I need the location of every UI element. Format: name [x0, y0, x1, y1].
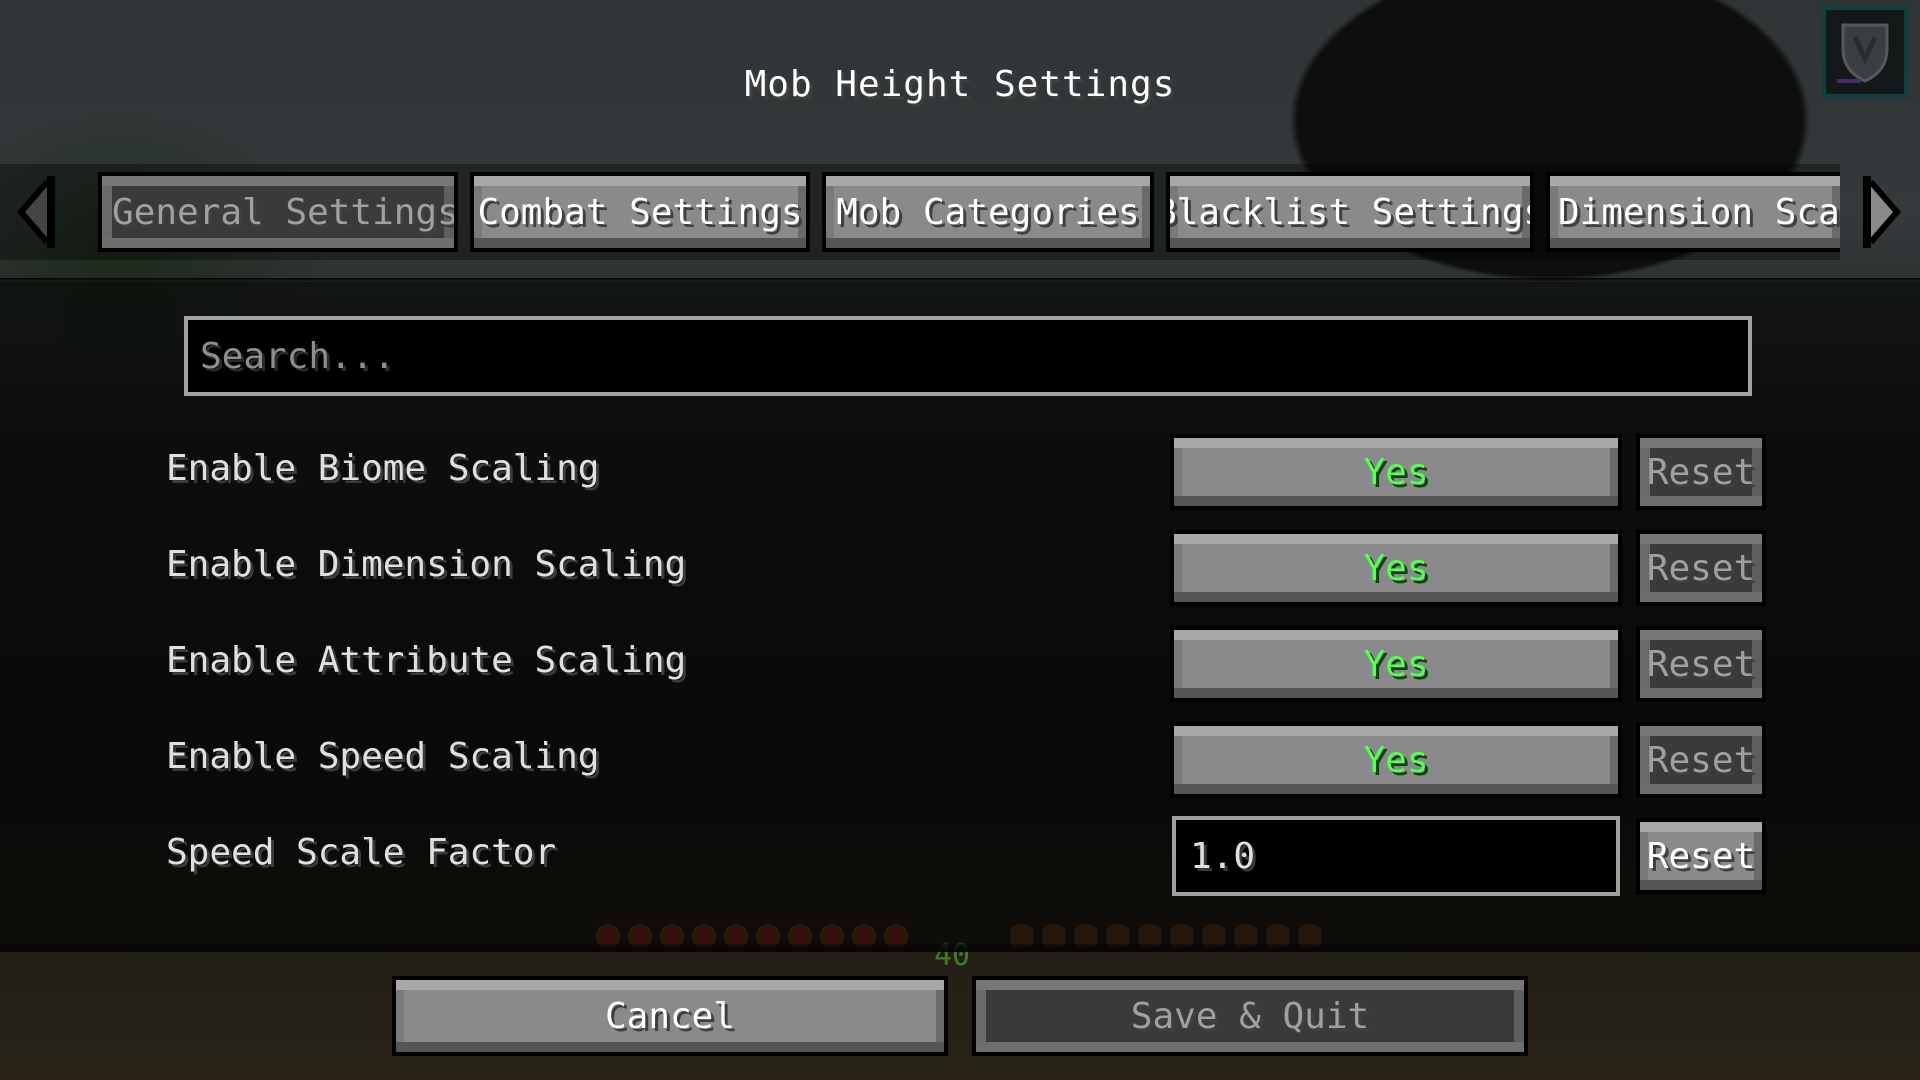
biome-scaling-toggle[interactable]: Yes: [1170, 434, 1622, 510]
page-title: Mob Height Settings: [744, 64, 1176, 105]
list-divider-top: [0, 278, 1920, 284]
tab-scroll-right-button[interactable]: [1856, 176, 1906, 248]
tab-label: General Settings: [112, 191, 458, 233]
tab-label: Dimension Scal: [1558, 191, 1840, 233]
toggle-value: Yes: [1363, 739, 1429, 781]
tab-label: Blacklist Settings: [1166, 191, 1534, 233]
attribute-scaling-toggle[interactable]: Yes: [1170, 626, 1622, 702]
reset-label: Reset: [1646, 835, 1756, 877]
save-label: Save & Quit: [1130, 995, 1370, 1037]
speed-scaling-toggle[interactable]: Yes: [1170, 722, 1622, 798]
reset-label: Reset: [1646, 643, 1756, 685]
arrow-right-icon: [1863, 176, 1901, 248]
list-divider-bottom: [0, 944, 1920, 952]
setting-label: Enable Biome Scaling: [166, 448, 600, 489]
setting-label: Enable Attribute Scaling: [166, 640, 687, 681]
tab-general-settings[interactable]: General Settings: [98, 172, 458, 252]
tab-label: Combat Settings: [477, 191, 803, 233]
tab-blacklist-settings[interactable]: Blacklist Settings: [1166, 172, 1534, 252]
toggle-value: Yes: [1363, 547, 1429, 589]
tab-label: Mob Categories: [836, 191, 1140, 233]
reset-label: Reset: [1646, 451, 1756, 493]
reset-label: Reset: [1646, 547, 1756, 589]
search-placeholder: Search...: [200, 335, 396, 377]
reset-button[interactable]: Reset: [1636, 722, 1766, 798]
setting-label: Enable Speed Scaling: [166, 736, 600, 777]
search-input[interactable]: Search...: [184, 316, 1752, 396]
reset-button[interactable]: Reset: [1636, 434, 1766, 510]
setting-label: Speed Scale Factor: [166, 832, 557, 873]
tab-scroll-left-button[interactable]: [12, 176, 62, 248]
reset-button[interactable]: Reset: [1636, 530, 1766, 606]
shield-icon[interactable]: [1822, 6, 1908, 98]
save-and-quit-button[interactable]: Save & Quit: [972, 976, 1528, 1056]
tab-mob-categories[interactable]: Mob Categories: [822, 172, 1154, 252]
cancel-button[interactable]: Cancel: [392, 976, 948, 1056]
speed-scale-factor-input[interactable]: 1.0: [1172, 816, 1620, 896]
toggle-value: Yes: [1363, 643, 1429, 685]
tab-dimension-scaling[interactable]: Dimension Scal: [1546, 172, 1840, 252]
reset-button[interactable]: Reset: [1636, 626, 1766, 702]
tab-combat-settings[interactable]: Combat Settings: [470, 172, 810, 252]
reset-button[interactable]: Reset: [1636, 818, 1766, 894]
toggle-value: Yes: [1363, 451, 1429, 493]
reset-label: Reset: [1646, 739, 1756, 781]
cancel-label: Cancel: [604, 995, 736, 1037]
dimension-scaling-toggle[interactable]: Yes: [1170, 530, 1622, 606]
field-value: 1.0: [1190, 835, 1256, 877]
arrow-left-icon: [17, 176, 55, 248]
setting-label: Enable Dimension Scaling: [166, 544, 687, 585]
